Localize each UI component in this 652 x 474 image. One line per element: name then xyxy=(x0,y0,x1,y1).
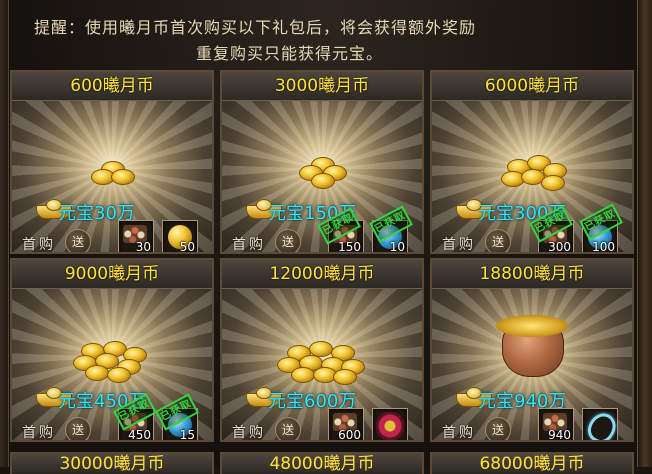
notice-line-2: 重复购买只能获得元宝。 xyxy=(196,44,384,63)
gift-badge: 送 xyxy=(485,229,511,252)
coin-art: 元宝30万 首购 送 30 50 xyxy=(12,101,212,252)
pack-card-6000[interactable]: 6000曦月币 元宝300万 首购 送 300 100 已获取 已获取 xyxy=(430,70,634,254)
reward-slot-2[interactable] xyxy=(582,408,618,440)
pack-card-3000[interactable]: 3000曦月币 元宝150万 首购 送 150 10 已获取 已获取 xyxy=(220,70,424,254)
red-gem-icon xyxy=(376,412,404,440)
reward-slot-2[interactable]: 50 xyxy=(162,220,198,252)
item-qty: 50 xyxy=(179,240,195,252)
left-frame-rail xyxy=(0,0,9,467)
gift-badge: 送 xyxy=(65,417,91,440)
pack-card-68000-header[interactable]: 68000曦月币 xyxy=(430,452,634,474)
pack-price: 6000曦月币 xyxy=(432,72,632,101)
item-qty: 940 xyxy=(548,428,571,440)
item-qty: 15 xyxy=(179,428,195,440)
gold-coins-icon xyxy=(67,341,157,383)
gold-coins-icon xyxy=(487,153,577,193)
gold-coins-icon xyxy=(277,153,367,193)
reward-slot-2[interactable] xyxy=(372,408,408,440)
pack-price: 600曦月币 xyxy=(12,72,212,101)
coin-art: 元宝940万 首购 送 940 xyxy=(432,289,632,440)
pack-price: 9000曦月币 xyxy=(12,260,212,289)
notice-text: 提醒：使用曦月币首次购买以下礼包后，将会获得额外奖励 重复购买只能获得元宝。 xyxy=(0,0,638,66)
pack-price: 3000曦月币 xyxy=(222,72,422,101)
pack-card-9000[interactable]: 9000曦月币 元宝450万 首购 送 450 15 已获取 已获取 xyxy=(10,258,214,442)
item-qty: 100 xyxy=(592,240,615,252)
right-scrollbar[interactable] xyxy=(637,0,652,467)
pack-price: 12000曦月币 xyxy=(222,260,422,289)
coin-art: 元宝600万 首购 送 600 xyxy=(222,289,422,440)
first-purchase-label: 首购 xyxy=(22,237,56,252)
gift-badge: 送 xyxy=(275,229,301,252)
pack-card-48000-header[interactable]: 48000曦月币 xyxy=(220,452,424,474)
coin-art: 元宝150万 首购 送 150 10 已获取 已获取 xyxy=(222,101,422,252)
reward-slot-1[interactable]: 940 xyxy=(538,408,574,440)
first-purchase-label: 首购 xyxy=(232,237,266,252)
item-qty: 10 xyxy=(389,240,405,252)
first-purchase-label: 首购 xyxy=(232,425,266,440)
first-purchase-label: 首购 xyxy=(442,237,476,252)
gift-badge: 送 xyxy=(65,229,91,252)
item-qty: 600 xyxy=(338,428,361,440)
first-purchase-label: 首购 xyxy=(22,425,56,440)
pack-card-600[interactable]: 600曦月币 元宝30万 首购 送 30 50 xyxy=(10,70,214,254)
coin-art: 元宝300万 首购 送 300 100 已获取 已获取 xyxy=(432,101,632,252)
gold-coins-icon xyxy=(496,315,568,337)
coin-art: 元宝450万 首购 送 450 15 已获取 已获取 xyxy=(12,289,212,440)
gift-badge: 送 xyxy=(485,417,511,440)
gift-pack-panel: 提醒：使用曦月币首次购买以下礼包后，将会获得额外奖励 重复购买只能获得元宝。 6… xyxy=(0,0,652,474)
gold-coins-icon xyxy=(67,153,157,193)
gift-badge: 送 xyxy=(275,417,301,440)
pack-card-30000-header[interactable]: 30000曦月币 xyxy=(10,452,214,474)
reward-slot-1[interactable]: 600 xyxy=(328,408,364,440)
first-purchase-label: 首购 xyxy=(442,425,476,440)
pack-card-12000[interactable]: 12000曦月币 元宝600万 首购 送 600 xyxy=(220,258,424,442)
item-qty: 450 xyxy=(128,428,151,440)
notice-line-1: 提醒：使用曦月币首次购买以下礼包后，将会获得额外奖励 xyxy=(34,18,477,37)
pack-card-18800[interactable]: 18800曦月币 元宝940万 首购 送 940 xyxy=(430,258,634,442)
pack-price: 18800曦月币 xyxy=(432,260,632,289)
item-qty: 30 xyxy=(135,240,151,252)
ring-icon xyxy=(583,409,617,440)
item-qty: 150 xyxy=(338,240,361,252)
reward-slot-1[interactable]: 30 xyxy=(118,220,154,252)
item-qty: 300 xyxy=(548,240,571,252)
gold-coins-icon xyxy=(277,341,367,385)
